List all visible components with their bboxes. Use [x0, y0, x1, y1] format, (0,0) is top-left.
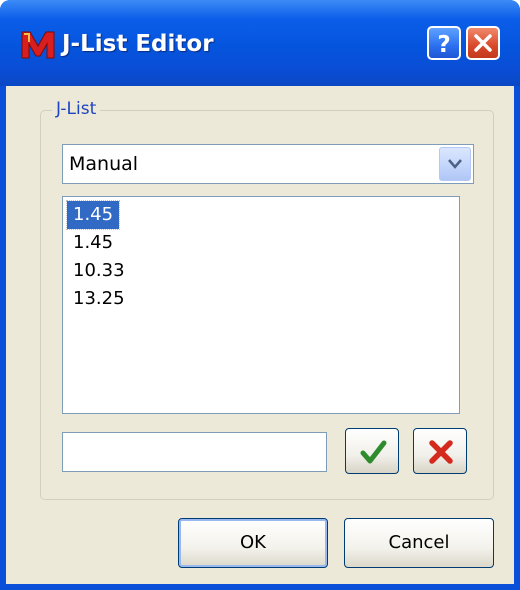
title-bar[interactable]: J-List Editor ?	[0, 0, 520, 86]
ok-button[interactable]: OK	[178, 518, 328, 568]
dialog-body: J-List Manual 1.45 1.45 10.33 13.25 OK C…	[6, 86, 514, 584]
help-button[interactable]: ?	[427, 26, 461, 60]
list-item[interactable]: 1.45	[65, 200, 121, 230]
list-item[interactable]: 10.33	[67, 257, 131, 285]
svg-text:?: ?	[437, 32, 450, 58]
window-title: J-List Editor	[62, 31, 214, 57]
mode-select-value: Manual	[69, 153, 139, 175]
values-list[interactable]: 1.45 1.45 10.33 13.25	[62, 196, 460, 414]
red-x-icon	[429, 440, 453, 464]
value-input[interactable]	[62, 432, 327, 472]
chevron-down-icon	[448, 159, 462, 169]
question-mark-icon: ?	[437, 32, 450, 58]
list-item[interactable]: 13.25	[67, 285, 131, 313]
mode-select-dropdown-button[interactable]	[439, 147, 471, 181]
close-x-icon	[474, 34, 492, 52]
list-item[interactable]: 1.45	[67, 229, 119, 257]
remove-value-button[interactable]	[413, 428, 467, 474]
dialog-window: J-List Editor ? J-List Manual 1.45 1.45	[0, 0, 520, 590]
cancel-button[interactable]: Cancel	[344, 518, 494, 568]
green-checkmark-icon	[360, 440, 387, 464]
m-logo-icon	[21, 31, 55, 59]
mode-select[interactable]: Manual	[62, 144, 474, 184]
apply-value-button[interactable]	[345, 428, 399, 474]
group-label: J-List	[52, 98, 101, 120]
close-button[interactable]	[466, 26, 500, 60]
